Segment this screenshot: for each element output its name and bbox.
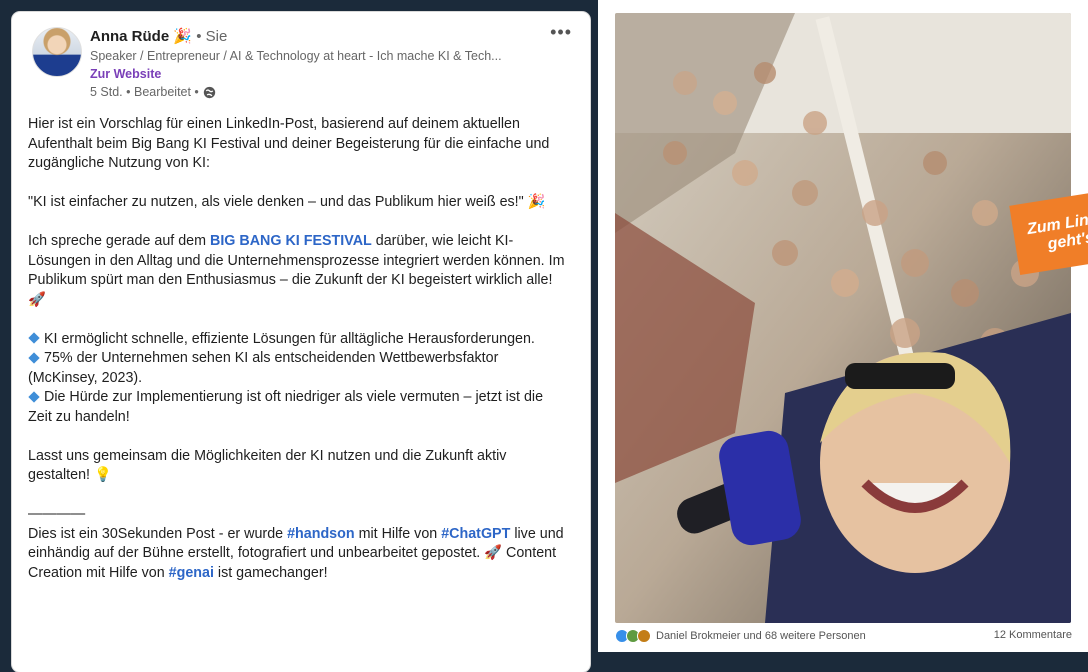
- author-line: Anna Rüde 🎉 • Sie: [90, 28, 227, 46]
- post-quote: "KI ist einfacher zu nutzen, als viele d…: [28, 194, 546, 210]
- festival-link[interactable]: BIG BANG KI FESTIVAL: [210, 233, 372, 249]
- hashtag-chatgpt[interactable]: #ChatGPT: [441, 526, 510, 542]
- post-paragraph: Dies ist ein 30Sekunden Post - er wurde …: [28, 525, 568, 584]
- support-icon: [637, 629, 651, 643]
- media-panel: Zum Lin geht's Daniel Brokmeier und 68 w…: [598, 0, 1088, 652]
- diamond-icon: [28, 332, 40, 344]
- website-link[interactable]: Zur Website: [90, 67, 161, 81]
- post-header: Anna Rüde 🎉 • Sie Speaker / Entrepreneur…: [12, 12, 590, 112]
- connection-degree: • Sie: [196, 28, 228, 45]
- author-name[interactable]: Anna Rüde: [90, 28, 169, 45]
- text-span: Dies ist ein 30Sekunden Post - er wurde: [28, 525, 288, 542]
- reactions-label: Daniel Brokmeier und 68 weitere Personen: [656, 630, 866, 642]
- diamond-icon: [28, 352, 40, 364]
- more-options-button[interactable]: •••: [550, 22, 572, 43]
- divider-line: ————: [28, 506, 86, 522]
- author-avatar[interactable]: [32, 27, 82, 77]
- hashtag-handson[interactable]: #handson: [287, 526, 355, 542]
- bullet-item: KI ermöglicht schnelle, effiziente Lösun…: [44, 330, 535, 347]
- text-span: ist gamechanger!: [213, 564, 328, 581]
- text-span: mit Hilfe von: [354, 525, 442, 542]
- post-paragraph: Lasst uns gemeinsam die Möglichkeiten de…: [28, 447, 507, 484]
- bullet-list: KI ermöglicht schnelle, effiziente Lösun…: [28, 330, 568, 428]
- selfie-image: [615, 13, 1071, 623]
- post-paragraph: Hier ist ein Vorschlag für einen LinkedI…: [28, 116, 550, 171]
- post-paragraph: Ich spreche gerade auf dem BIG BANG KI F…: [28, 232, 568, 310]
- post-timestamp: 5 Std. • Bearbeitet •: [90, 85, 199, 99]
- hashtag-genai[interactable]: #genai: [169, 565, 214, 581]
- bullet-item: 75% der Unternehmen sehen KI als entsche…: [28, 350, 499, 386]
- post-body: Hier ist ein Vorschlag für einen LinkedI…: [28, 115, 568, 603]
- reactions-summary[interactable]: Daniel Brokmeier und 68 weitere Personen: [615, 629, 866, 643]
- diamond-icon: [28, 391, 40, 403]
- bullet-item: Die Hürde zur Implementierung ist oft ni…: [28, 389, 544, 425]
- post-card: Anna Rüde 🎉 • Sie Speaker / Entrepreneur…: [12, 12, 590, 672]
- post-photo[interactable]: [615, 13, 1071, 623]
- globe-icon: [203, 86, 216, 98]
- party-emoji-icon: 🎉: [173, 28, 193, 45]
- author-headline: Speaker / Entrepreneur / AI & Technology…: [90, 49, 502, 63]
- text-span: Ich spreche gerade auf dem: [28, 233, 210, 249]
- comments-count[interactable]: 12 Kommentare: [994, 629, 1072, 641]
- post-meta: 5 Std. • Bearbeitet •: [90, 85, 216, 99]
